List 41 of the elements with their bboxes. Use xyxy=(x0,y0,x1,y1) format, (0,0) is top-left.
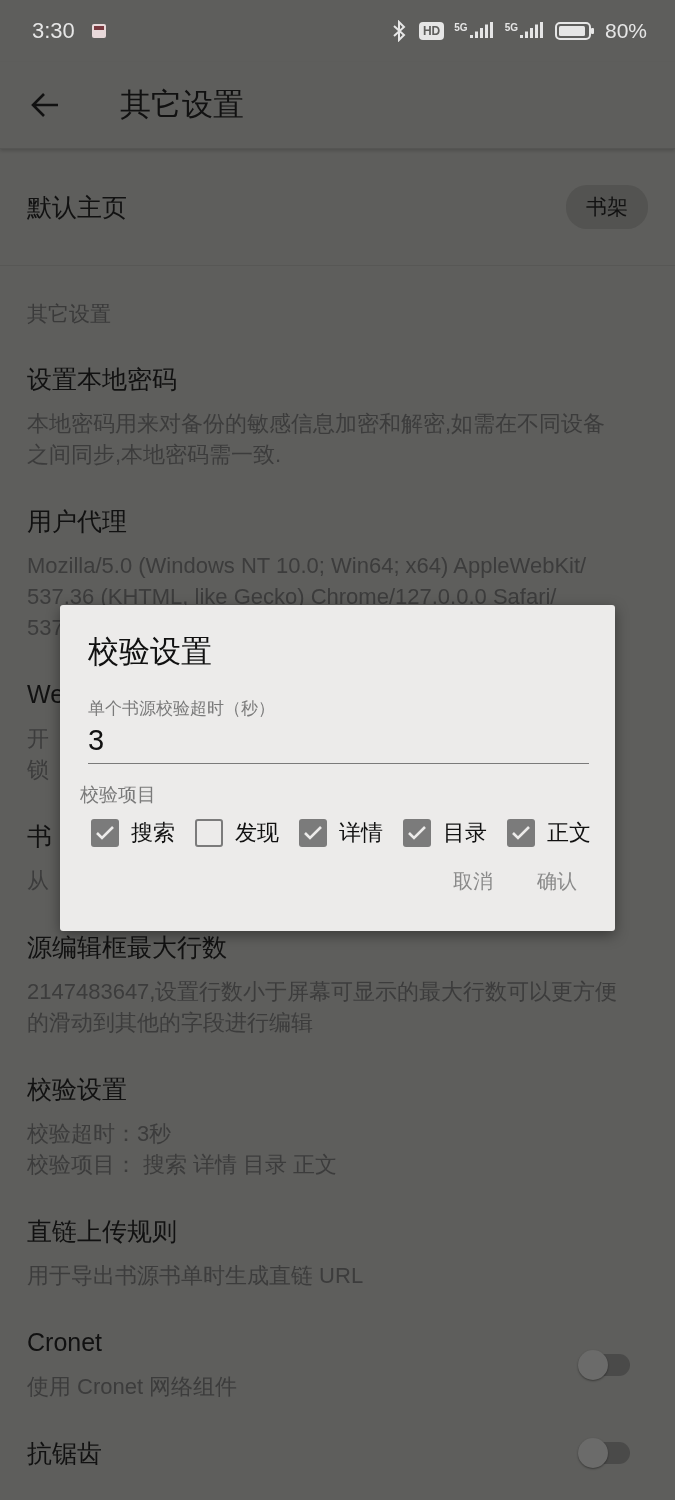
back-button[interactable] xyxy=(30,92,60,118)
check-icon xyxy=(511,825,531,841)
setting-title: Cronet xyxy=(27,1327,103,1357)
check-icon xyxy=(407,825,427,841)
setting-title: 源编辑框最大行数 xyxy=(27,932,227,962)
signal-icon xyxy=(468,22,495,40)
checkbox[interactable] xyxy=(403,819,431,847)
setting-title: 设置本地密码 xyxy=(27,364,177,394)
signal-icon xyxy=(518,22,545,40)
checkbox-label: 正文 xyxy=(547,819,591,847)
default-page-chip[interactable]: 书架 xyxy=(566,185,648,229)
checkbox[interactable] xyxy=(195,819,223,847)
checkbox[interactable] xyxy=(91,819,119,847)
network-label: 5G xyxy=(454,22,468,33)
checkbox-label: 发现 xyxy=(235,819,279,847)
dialog-button[interactable]: 取消 xyxy=(441,858,505,905)
timeout-field[interactable]: 3 xyxy=(88,720,589,764)
battery-icon xyxy=(554,21,595,41)
setting-title: 直链上传规则 xyxy=(27,1216,177,1246)
checkbox-label: 详情 xyxy=(339,819,383,847)
setting-title: 默认主页 xyxy=(27,192,127,222)
items-label: 校验项目 xyxy=(80,783,156,807)
checkbox-label: 目录 xyxy=(443,819,487,847)
field-label: 单个书源校验超时（秒） xyxy=(88,698,275,720)
check-icon xyxy=(303,825,323,841)
dialog-title: 校验设置 xyxy=(88,633,212,671)
checkbox[interactable] xyxy=(507,819,535,847)
setting-title: 书 xyxy=(27,821,52,851)
setting-title: 用户代理 xyxy=(27,506,127,536)
network-label: 5G xyxy=(504,22,518,33)
dialog-button[interactable]: 确认 xyxy=(525,858,589,905)
status-time: 3:30 xyxy=(32,18,75,44)
checkbox[interactable] xyxy=(299,819,327,847)
battery-level: 80% xyxy=(604,19,647,43)
setting-title: 抗锯齿 xyxy=(27,1438,102,1468)
setting-title: 校验设置 xyxy=(27,1074,127,1104)
check-icon xyxy=(95,825,115,841)
hd-badge: HD xyxy=(418,22,445,40)
page-title: 其它设置 xyxy=(120,86,244,124)
notification-icon xyxy=(90,23,107,39)
checkbox-label: 搜索 xyxy=(131,819,175,847)
